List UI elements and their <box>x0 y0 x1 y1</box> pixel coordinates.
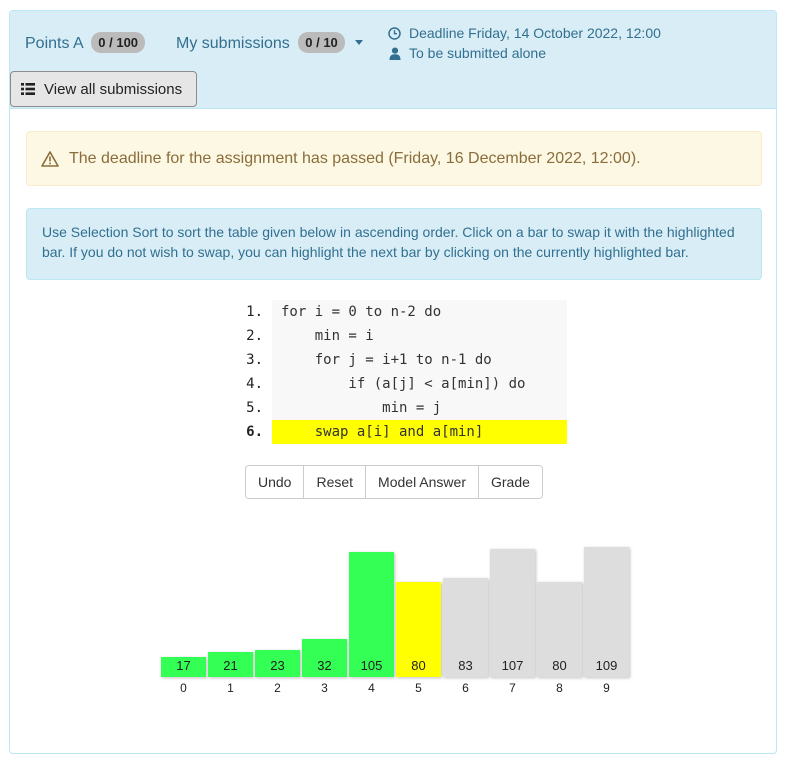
bar-index-label: 5 <box>415 681 422 695</box>
my-submissions-dropdown[interactable]: My submissions 0 / 10 <box>176 32 364 53</box>
code-line: 6. swap a[i] and a[min] <box>225 420 567 444</box>
clock-icon <box>388 26 401 40</box>
code-line: 5. min = j <box>225 396 567 420</box>
panel-heading: Points A 0 / 100 My submissions 0 / 10 D… <box>10 11 776 109</box>
code-line-text: swap a[i] and a[min] <box>272 420 567 444</box>
code-line: 2. min = i <box>225 324 567 348</box>
exercise-button-group: Undo Reset Model Answer Grade <box>245 465 543 499</box>
user-icon <box>388 47 401 60</box>
code-line-text: if (a[j] < a[min]) do <box>272 372 567 396</box>
bar-value-label: 80 <box>552 658 567 673</box>
code-line-text: for i = 0 to n-2 do <box>272 300 567 324</box>
reset-button[interactable]: Reset <box>303 466 366 498</box>
code-line-text: min = j <box>272 396 567 420</box>
submit-mode-text: To be submitted alone <box>409 45 546 61</box>
bar-value-label: 17 <box>176 658 191 673</box>
array-bars: 17 0 21 1 23 2 32 3 105 4 80 5 83 6 107 7 80 8 109 9 <box>160 531 640 701</box>
deadline-text: Deadline Friday, 14 October 2022, 12:00 <box>409 25 661 41</box>
code-line-text: min = i <box>272 324 567 348</box>
bar-index-label: 7 <box>509 681 516 695</box>
code-line: 4. if (a[j] < a[min]) do <box>225 372 567 396</box>
instructions-text: Use Selection Sort to sort the table giv… <box>42 224 735 260</box>
model-answer-button[interactable]: Model Answer <box>365 466 478 498</box>
bar-value-label: 80 <box>411 658 426 673</box>
warning-icon <box>41 150 59 167</box>
code-line-number: 5. <box>246 400 263 416</box>
code-line-number: 6. <box>246 424 263 440</box>
bar-value-label: 109 <box>595 658 618 673</box>
pseudocode-block: 1. for i = 0 to n-2 do 2. min = i 3. for j … <box>225 300 567 444</box>
points-label: Points A <box>25 35 83 52</box>
code-line-number: 2. <box>246 328 263 344</box>
code-line: 3. for j = i+1 to n-1 do <box>225 348 567 372</box>
deadline-passed-text: The deadline for the assignment has pass… <box>69 149 641 167</box>
bar-value-label: 83 <box>458 658 473 673</box>
bar-index-label: 0 <box>180 681 187 695</box>
bar-index-label: 3 <box>321 681 328 695</box>
undo-button[interactable]: Undo <box>246 466 304 498</box>
submissions-badge: 0 / 10 <box>298 32 345 53</box>
bar-index-label: 6 <box>462 681 469 695</box>
bar-value-label: 32 <box>317 658 332 673</box>
grade-button[interactable]: Grade <box>477 466 542 498</box>
bar-index-label: 8 <box>556 681 563 695</box>
list-icon <box>21 83 35 95</box>
deadline-passed-alert: The deadline for the assignment has pass… <box>26 131 762 186</box>
bar-value-label: 107 <box>501 658 524 673</box>
bar-index-label: 9 <box>603 681 610 695</box>
bar-index-label: 4 <box>368 681 375 695</box>
bar-value-label: 23 <box>270 658 285 673</box>
code-line: 1. for i = 0 to n-2 do <box>225 300 567 324</box>
code-line-number: 4. <box>246 376 263 392</box>
instructions-alert: Use Selection Sort to sort the table giv… <box>26 208 762 280</box>
bar-value-label: 105 <box>360 658 383 673</box>
view-all-label: View all submissions <box>44 80 183 98</box>
code-line-number: 1. <box>246 304 263 320</box>
bar-index-label: 1 <box>227 681 234 695</box>
code-line-number: 3. <box>246 352 263 368</box>
points-badge: 0 / 100 <box>91 32 146 53</box>
caret-down-icon <box>355 40 364 45</box>
bar-index-label: 2 <box>274 681 281 695</box>
exercise-panel: Points A 0 / 100 My submissions 0 / 10 D… <box>9 10 777 754</box>
code-line-text: for j = i+1 to n-1 do <box>272 348 567 372</box>
bar-value-label: 21 <box>223 658 238 673</box>
submissions-label: My submissions <box>176 35 290 52</box>
view-all-submissions-button[interactable]: View all submissions <box>10 71 197 107</box>
exercise-meta: Deadline Friday, 14 October 2022, 12:00 … <box>388 23 661 63</box>
points-tab[interactable]: Points A 0 / 100 <box>25 32 146 53</box>
